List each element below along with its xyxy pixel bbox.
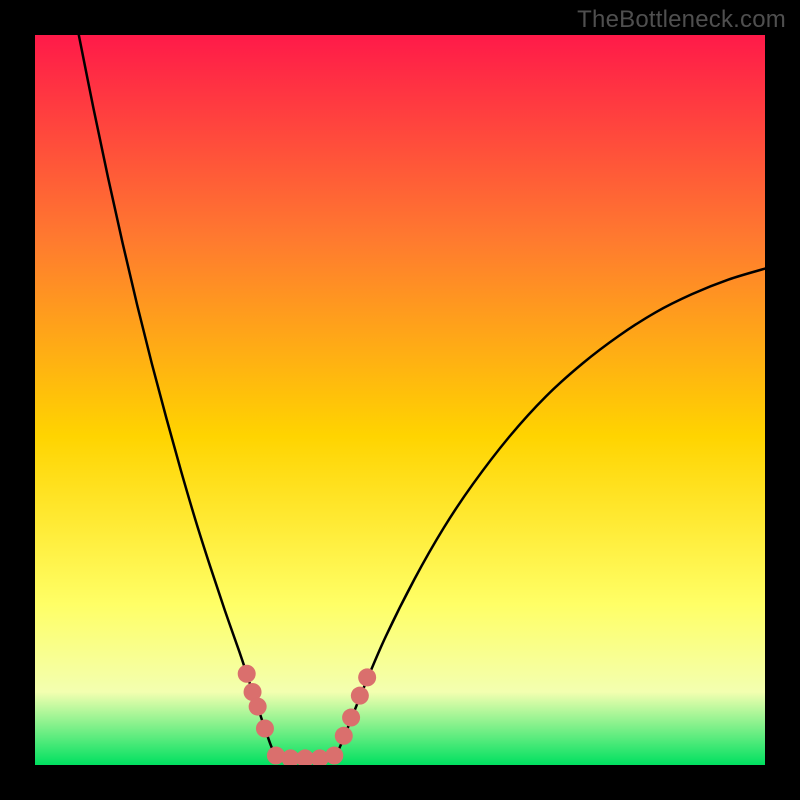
data-marker (325, 747, 343, 765)
watermark-text: TheBottleneck.com (577, 6, 786, 34)
data-marker (249, 698, 267, 716)
data-marker (335, 727, 353, 745)
data-marker (238, 665, 256, 683)
data-marker (358, 668, 376, 686)
data-marker (342, 709, 360, 727)
data-marker (256, 720, 274, 738)
plot-area (35, 35, 765, 765)
bottleneck-curve-chart (35, 35, 765, 765)
data-marker (351, 687, 369, 705)
chart-frame: TheBottleneck.com (0, 0, 800, 800)
gradient-background (35, 35, 765, 765)
